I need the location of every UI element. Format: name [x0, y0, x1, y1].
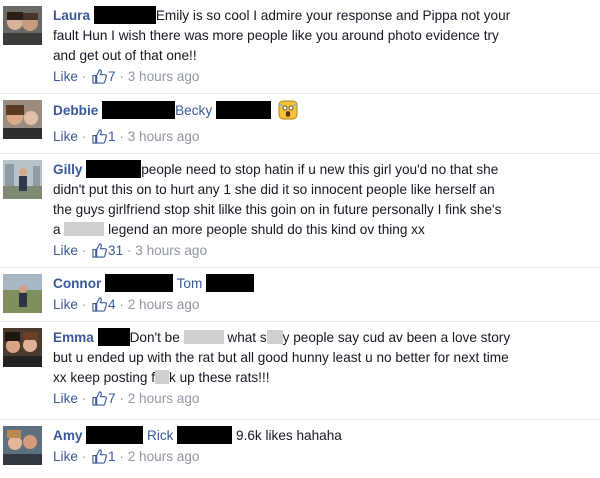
like-count[interactable]: 7 — [108, 69, 116, 84]
like-link[interactable]: Like — [53, 449, 78, 464]
comment-text: people need to stop hatin if u new this … — [141, 162, 499, 177]
comment-text: k up these rats!!! — [169, 370, 270, 385]
commenter-name[interactable]: Laura — [53, 8, 90, 23]
redacted-name — [93, 6, 156, 24]
comment-text: and get out of that one!! — [53, 48, 197, 63]
avatar[interactable] — [3, 6, 42, 45]
comment-feed: Laura Emily is so cool I admire your res… — [0, 0, 600, 478]
comment-text: didn't put this on to hurt any 1 she did… — [53, 182, 495, 197]
thumbs-up-icon[interactable] — [92, 129, 108, 149]
like-link[interactable]: Like — [53, 69, 78, 84]
commenter-name[interactable]: Gilly — [53, 162, 82, 177]
redacted-name — [102, 101, 176, 119]
comment-body: Connor Tom Like · 4 · 2 hours ago — [53, 274, 590, 317]
like-link[interactable]: Like — [53, 297, 78, 312]
avatar[interactable] — [3, 328, 42, 367]
like-count[interactable]: 7 — [108, 391, 116, 406]
comment-item: Emma Don't be what s y people say cud av … — [0, 322, 600, 418]
thumbs-up-icon[interactable] — [92, 449, 108, 469]
like-link[interactable]: Like — [53, 391, 78, 406]
comment-text: Emily is so cool I admire your response … — [155, 8, 511, 23]
like-link[interactable]: Like — [53, 243, 78, 258]
commenter-name[interactable]: Emma — [53, 330, 94, 345]
like-count[interactable]: 1 — [108, 129, 116, 144]
avatar[interactable] — [3, 274, 42, 313]
timestamp[interactable]: 2 hours ago — [128, 391, 200, 406]
like-count[interactable]: 4 — [108, 297, 116, 312]
comment-body: Emma Don't be what s y people say cud av … — [53, 328, 590, 411]
comment-text: a — [53, 222, 61, 237]
tagged-name[interactable]: Rick — [147, 428, 173, 443]
comment-item: Debbie Becky Like · 1 · 3 hours ago — [0, 94, 600, 152]
redacted-name — [215, 101, 271, 119]
commenter-name[interactable]: Debbie — [53, 103, 98, 118]
comment-text: fault Hun I wish there was more people l… — [53, 28, 499, 43]
redacted-name — [86, 160, 142, 178]
commenter-name[interactable]: Amy — [53, 428, 82, 443]
timestamp[interactable]: 3 hours ago — [128, 129, 200, 144]
tagged-name[interactable]: Tom — [177, 276, 203, 291]
comment-text: Don't be — [129, 330, 180, 345]
thumbs-up-icon[interactable] — [92, 69, 108, 89]
avatar[interactable] — [3, 100, 42, 139]
like-link[interactable]: Like — [53, 129, 78, 144]
comment-item: Connor Tom Like · 4 · 2 hours ago — [0, 268, 600, 320]
comment-meta: Like · 7 · 3 hours ago — [53, 68, 590, 89]
comment-text: but u ended up with the rat but all good… — [53, 350, 509, 365]
timestamp[interactable]: 2 hours ago — [128, 297, 200, 312]
redacted-name — [177, 426, 233, 444]
comment-text: 9.6k likes hahaha — [236, 428, 342, 443]
redacted-name — [97, 328, 130, 346]
scream-emoji — [278, 100, 298, 126]
timestamp[interactable]: 3 hours ago — [135, 243, 207, 258]
comment-body: Gilly people need to stop hatin if u new… — [53, 160, 590, 263]
comment-meta: Like · 1 · 2 hours ago — [53, 448, 590, 469]
redacted-name — [105, 274, 174, 292]
censored-word — [183, 330, 224, 344]
tagged-name[interactable]: Becky — [175, 103, 212, 118]
thumbs-up-icon[interactable] — [92, 243, 108, 263]
censored-word — [64, 222, 105, 236]
redacted-name — [86, 426, 144, 444]
comment-meta: Like · 31 · 3 hours ago — [53, 242, 590, 263]
comment-body: Laura Emily is so cool I admire your res… — [53, 6, 590, 89]
comment-body: Debbie Becky Like · 1 · 3 hours ago — [53, 100, 590, 149]
comment-text: the guys girlfriend stop shit lilke this… — [53, 202, 502, 217]
timestamp[interactable]: 2 hours ago — [128, 449, 200, 464]
comment-text: y people say cud av been a love story — [282, 330, 511, 345]
comment-item: Laura Emily is so cool I admire your res… — [0, 0, 600, 92]
comment-text: xx keep posting f — [53, 370, 156, 385]
censored-word — [266, 330, 283, 344]
comment-item: Amy Rick 9.6k likes hahaha Like · 1 · 2 … — [0, 420, 600, 478]
comment-meta: Like · 4 · 2 hours ago — [53, 296, 590, 317]
avatar[interactable] — [3, 426, 42, 465]
comment-body: Amy Rick 9.6k likes hahaha Like · 1 · 2 … — [53, 426, 590, 469]
thumbs-up-icon[interactable] — [92, 391, 108, 411]
comment-item: Gilly people need to stop hatin if u new… — [0, 154, 600, 266]
timestamp[interactable]: 3 hours ago — [128, 69, 200, 84]
comment-text: what s — [227, 330, 267, 345]
redacted-name — [206, 274, 255, 292]
comment-meta: Like · 1 · 3 hours ago — [53, 128, 590, 149]
commenter-name[interactable]: Connor — [53, 276, 101, 291]
censored-word — [155, 370, 170, 384]
comment-meta: Like · 7 · 2 hours ago — [53, 390, 590, 411]
thumbs-up-icon[interactable] — [92, 297, 108, 317]
like-count[interactable]: 1 — [108, 449, 116, 464]
comment-text: legend an more people shuld do this kind… — [108, 222, 425, 237]
like-count[interactable]: 31 — [108, 243, 123, 258]
avatar[interactable] — [3, 160, 42, 199]
